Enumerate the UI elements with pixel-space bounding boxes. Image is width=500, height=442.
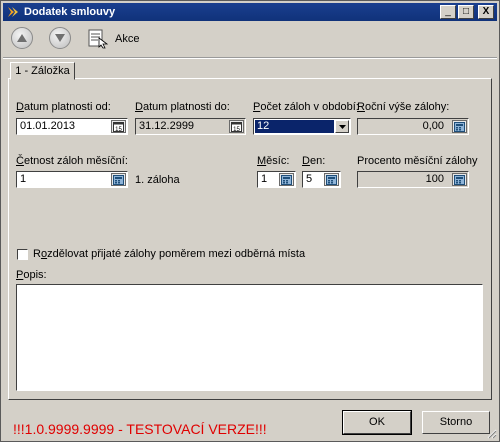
calculator-button[interactable]: [324, 173, 339, 186]
mesic-value: 1: [261, 173, 268, 185]
window-title: Dodatek smlouvy: [24, 6, 116, 18]
calculator-icon: [454, 121, 465, 132]
maximize-button[interactable]: □: [458, 5, 474, 19]
datum-od-label: Datum platnosti od:: [16, 101, 111, 113]
calculator-icon: [326, 174, 337, 185]
ok-button[interactable]: OK: [342, 410, 412, 435]
calculator-button[interactable]: [279, 173, 294, 186]
pocet-zaloh-label: Počet záloh v období:: [253, 101, 359, 113]
test-version-warning: !!!1.0.9999.9999 - TESTOVACÍ VERZE!!!: [13, 421, 267, 437]
calculator-button[interactable]: [452, 173, 467, 186]
calculator-icon: [281, 174, 292, 185]
maximize-icon: □: [462, 6, 470, 17]
app-arrow-icon: [8, 7, 18, 17]
mesic-label: Měsíc:: [257, 155, 290, 167]
datum-do-value: 31.12.2999: [139, 120, 195, 132]
calendar-icon: 15: [231, 121, 242, 132]
pocet-zaloh-value: 12: [255, 120, 334, 133]
arrow-up-icon: [17, 34, 27, 42]
datum-od-value: 01.01.2013: [20, 120, 76, 132]
svg-text:15: 15: [115, 127, 122, 132]
storno-button[interactable]: Storno: [422, 411, 490, 434]
cetnost-note: 1. záloha: [135, 174, 180, 186]
popis-label: Popis:: [16, 269, 47, 281]
calculator-icon: [454, 174, 465, 185]
minimize-icon: _: [445, 6, 451, 17]
rocni-vyse-label: Roční výše zálohy:: [357, 101, 450, 113]
datum-od-field[interactable]: 01.01.2013 15: [16, 118, 128, 135]
close-button[interactable]: X: [478, 5, 494, 19]
move-down-button[interactable]: [49, 27, 71, 49]
calculator-button[interactable]: [452, 120, 467, 133]
close-icon: X: [482, 6, 490, 17]
procento-label: Procento měsíční zálohy: [357, 155, 478, 167]
den-label: Den:: [302, 155, 326, 167]
rocni-vyse-value: 0,00: [422, 120, 444, 132]
toolbar: Akce: [3, 23, 497, 57]
calendar-button[interactable]: 15: [229, 120, 244, 133]
procento-field[interactable]: 100: [357, 171, 469, 188]
cetnost-field[interactable]: 1: [16, 171, 128, 188]
tab-zalozka[interactable]: 1 - Záložka: [10, 62, 75, 80]
pocet-zaloh-select[interactable]: 12: [253, 118, 351, 135]
chevron-down-icon: [338, 124, 346, 129]
toolbar-divider: [3, 57, 497, 59]
rocni-vyse-field[interactable]: 0,00: [357, 118, 469, 135]
akce-label: Akce: [115, 33, 140, 45]
dropdown-button[interactable]: [335, 120, 349, 133]
cetnost-value: 1: [20, 173, 27, 185]
dialog-window: Dodatek smlouvy _ □ X Akce 1 - Záložka D…: [0, 0, 500, 442]
minimize-button[interactable]: _: [440, 5, 456, 19]
datum-do-label: Datum platnosti do:: [135, 101, 230, 113]
procento-value: 100: [425, 173, 444, 185]
title-bar[interactable]: Dodatek smlouvy _ □ X: [3, 3, 497, 21]
arrow-down-icon: [55, 34, 65, 42]
datum-do-field[interactable]: 31.12.2999 15: [135, 118, 246, 135]
popis-textarea[interactable]: [16, 284, 483, 391]
move-up-button[interactable]: [11, 27, 33, 49]
akce-button[interactable]: Akce: [87, 29, 139, 49]
mesic-field[interactable]: 1: [257, 171, 296, 188]
rozdelovat-checkbox[interactable]: [17, 249, 28, 260]
calculator-icon: [113, 174, 124, 185]
calculator-button[interactable]: [111, 173, 126, 186]
calendar-icon: 15: [113, 121, 124, 132]
rozdelovat-label: Rozdělovat přijaté zálohy poměrem mezi o…: [33, 248, 306, 260]
cetnost-label: Četnost záloh měsíční:: [16, 155, 128, 167]
document-cursor-icon: [88, 29, 109, 49]
svg-text:15: 15: [233, 127, 240, 132]
den-value: 5: [306, 173, 313, 185]
calendar-button[interactable]: 15: [111, 120, 126, 133]
resize-grip-icon[interactable]: [487, 429, 497, 439]
den-field[interactable]: 5: [302, 171, 341, 188]
